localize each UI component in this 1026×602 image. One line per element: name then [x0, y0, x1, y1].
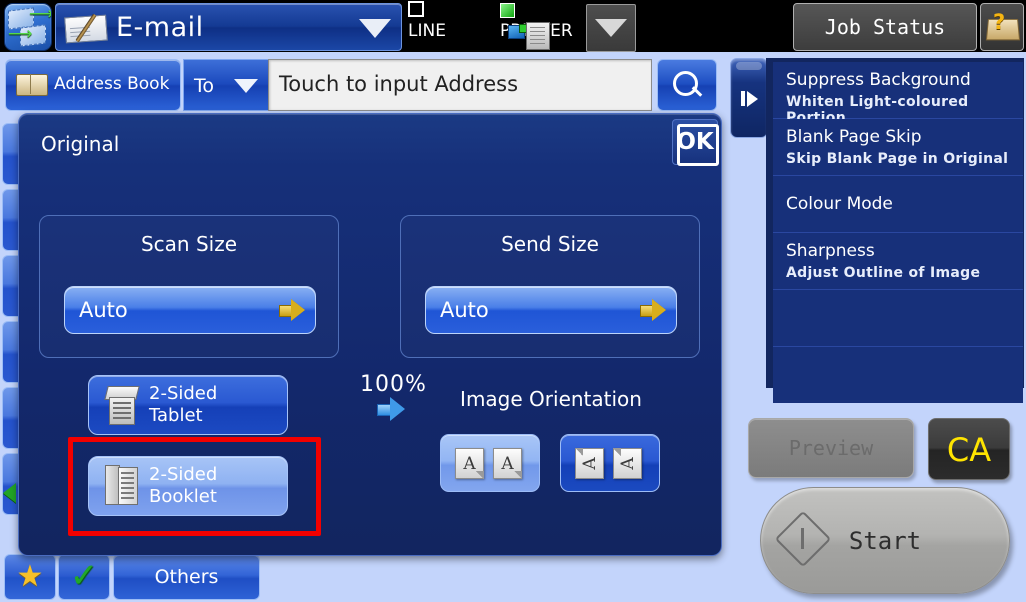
two-sided-tablet-button[interactable]: 2-Sided Tablet: [88, 375, 288, 435]
function-row-suppress-background[interactable]: Suppress Background Whiten Light-coloure…: [773, 62, 1023, 126]
job-status-button[interactable]: Job Status: [793, 3, 977, 51]
scan-size-value: Auto: [79, 298, 128, 322]
help-question-mark: ?: [993, 10, 1006, 34]
two-sided-tablet-line1: 2-Sided: [149, 383, 218, 404]
line-indicator-icon: [408, 1, 424, 17]
yellow-right-arrow-icon: [640, 299, 666, 321]
yellow-right-arrow-icon: [279, 299, 305, 321]
start-button[interactable]: Start: [760, 487, 1010, 594]
others-label: Others: [154, 566, 219, 588]
clear-all-button[interactable]: CA: [928, 418, 1010, 480]
function-row-empty[interactable]: [773, 290, 1023, 347]
send-size-value: Auto: [440, 298, 489, 322]
scan-send-icon[interactable]: ⟶ ⟶: [4, 3, 52, 51]
send-size-group: Send Size Auto: [400, 215, 700, 358]
function-row-empty[interactable]: [773, 347, 1023, 403]
printer-job-icon: [508, 20, 556, 50]
status-expand-button[interactable]: [586, 4, 636, 52]
chevron-down-icon: [595, 19, 627, 37]
preview-label: Preview: [788, 436, 874, 460]
clear-all-label: CA: [946, 431, 992, 469]
tab-gloss: [736, 62, 762, 70]
favourite-button[interactable]: ★: [4, 554, 56, 600]
function-row-colour-mode[interactable]: Colour Mode: [773, 176, 1023, 233]
printer-body-shape: [526, 22, 550, 50]
dialog-title: Original: [41, 132, 120, 156]
function-row-title: Colour Mode: [786, 194, 893, 214]
send-size-header: Send Size: [501, 232, 599, 256]
star-icon: ★: [16, 559, 44, 594]
scan-size-header: Scan Size: [140, 232, 238, 256]
address-input-placeholder: Touch to input Address: [279, 72, 519, 96]
expand-panel-icon-arrow: [747, 91, 758, 107]
landscape-orientation-icon: A: [575, 448, 604, 479]
search-icon: [673, 71, 698, 96]
annotation-highlight-box: [68, 437, 321, 536]
printer-touch-panel: ⟶ ⟶ E-mail LINE PRINTER: [0, 0, 1026, 602]
preview-button[interactable]: Preview: [748, 418, 914, 478]
email-icon: [64, 12, 109, 44]
recipient-type-label: To: [194, 75, 215, 97]
expand-panel-tab[interactable]: [730, 58, 768, 138]
image-orientation-title: Image Orientation: [460, 387, 642, 411]
check-icon: ✓: [69, 556, 99, 596]
scan-size-select[interactable]: Auto: [64, 286, 316, 334]
function-row-subtitle: Skip Blank Page in Original: [786, 151, 1009, 167]
chevron-down-icon: [234, 79, 258, 93]
scan-arrow-down-icon: ⟶: [8, 24, 33, 44]
portrait-orientation-button[interactable]: A A: [440, 434, 540, 492]
function-row-blank-page-skip[interactable]: Blank Page Skip Skip Blank Page in Origi…: [773, 119, 1023, 176]
ok-button-label: OK: [676, 129, 714, 155]
mode-selector[interactable]: E-mail: [55, 3, 402, 51]
address-book-button[interactable]: Address Book: [5, 59, 181, 111]
scan-size-group: Scan Size Auto: [39, 215, 339, 358]
address-book-icon: [16, 74, 48, 96]
dialog-ok-button[interactable]: OK: [672, 119, 719, 166]
chevron-down-icon[interactable]: [359, 19, 391, 38]
send-size-select[interactable]: Auto: [425, 286, 677, 334]
portrait-orientation-icon-2: A: [493, 448, 522, 479]
function-row-subtitle: Adjust Outline of Image: [786, 265, 981, 281]
line-status-label: LINE: [408, 21, 446, 41]
scan-arrow-up-icon: ⟶: [29, 4, 52, 24]
address-book-label: Address Book: [54, 74, 170, 94]
start-label: Start: [848, 527, 922, 555]
help-button[interactable]: ?: [980, 3, 1024, 51]
printer-indicator-icon: [500, 3, 515, 18]
function-row-title: Sharpness: [786, 241, 875, 261]
function-row-title: Blank Page Skip: [786, 127, 922, 147]
search-button[interactable]: [657, 59, 717, 111]
landscape-orientation-button[interactable]: A A: [560, 434, 660, 492]
address-input[interactable]: Touch to input Address: [268, 59, 652, 111]
recipient-type-dropdown[interactable]: To: [183, 59, 269, 111]
portrait-orientation-icon: A: [455, 448, 484, 479]
line-status: LINE: [408, 1, 446, 41]
settings-check-button[interactable]: ✓: [58, 554, 110, 600]
two-sided-tablet-line2: Tablet: [149, 405, 203, 426]
top-status-bar: ⟶ ⟶ E-mail LINE PRINTER: [0, 0, 1026, 52]
mode-label: E-mail: [116, 12, 204, 43]
function-row-title: Suppress Background: [786, 70, 971, 90]
landscape-orientation-icon-2: A: [613, 448, 642, 479]
expand-panel-icon: [741, 91, 745, 106]
scroll-left-arrow-icon[interactable]: [3, 483, 16, 503]
others-button[interactable]: Others: [113, 554, 260, 600]
two-sided-tablet-icon: [104, 386, 140, 425]
function-row-sharpness[interactable]: Sharpness Adjust Outline of Image: [773, 233, 1023, 290]
function-list-panel: Suppress Background Whiten Light-coloure…: [766, 58, 1024, 403]
